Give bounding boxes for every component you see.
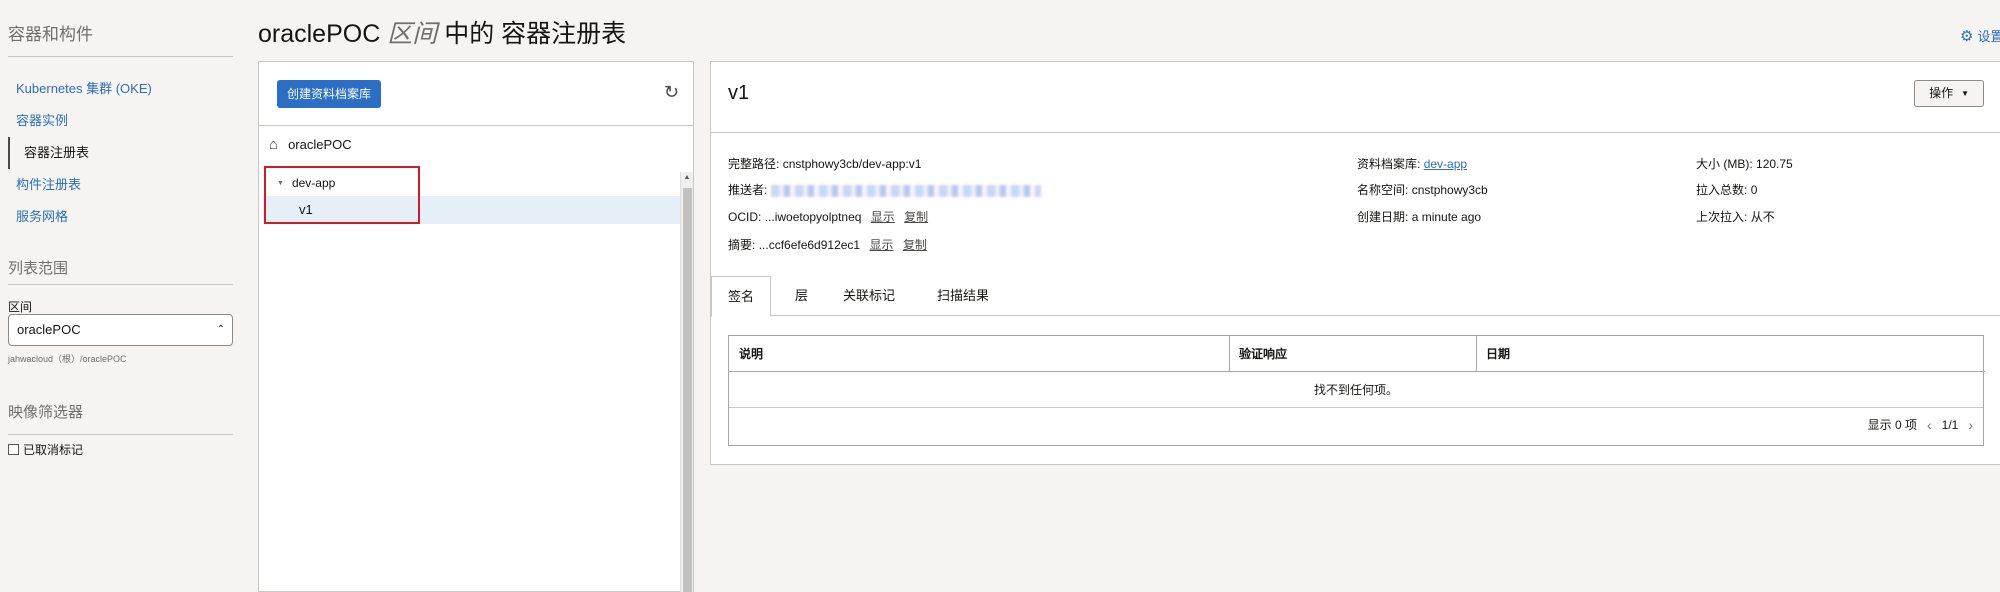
divider — [711, 132, 2000, 133]
tree-root-label: oraclePOC — [288, 137, 352, 152]
created-field: 创建日期: a minute ago — [1357, 208, 1481, 225]
ocid-value: ...iwoetopyolptneq — [764, 210, 862, 224]
namespace-field: 名称空间: cnstphowy3cb — [1357, 181, 1488, 198]
compartment-path-hint: jahwacloud（根）/oraclePOC — [8, 354, 127, 364]
ocid-copy-link[interactable]: 复制 — [904, 210, 928, 224]
pusher-field: 推送者: — [728, 181, 1041, 198]
page-title-compartment-word: 区间 — [387, 20, 438, 48]
column-header-date[interactable]: 日期 — [1476, 336, 1985, 372]
tree-toolbar: 创建资料档案库 ↻ — [259, 62, 693, 126]
repository-label: dev-app — [291, 176, 336, 190]
image-detail-panel: v1 操作 ▼ 完整路径: cnstphowy3cb/dev-app:v1 推送… — [710, 61, 2000, 465]
chevron-left-icon[interactable]: ‹ — [1927, 417, 1932, 433]
actions-label: 操作 — [1929, 86, 1954, 100]
tree-scrollbar[interactable]: ▲ — [680, 172, 693, 592]
sidebar-item-service-mesh[interactable]: 服务网格 — [0, 201, 233, 233]
tab-layers[interactable]: 层 — [795, 276, 808, 316]
column-header-verification[interactable]: 验证响应 — [1229, 336, 1476, 372]
image-title: v1 — [728, 82, 750, 104]
ocid-key: OCID: — [728, 210, 762, 224]
showing-count: 显示 0 项 — [1867, 418, 1917, 432]
pusher-key: 推送者: — [728, 183, 768, 197]
digest-value: ...ccf6efe6d912ec1 — [758, 238, 861, 252]
sidebar-nav: Kubernetes 集群 (OKE) 容器实例 容器注册表 构件注册表 服务网… — [0, 73, 233, 233]
namespace-value: cnstphowy3cb — [1411, 183, 1488, 197]
compartment-label: 区间 — [8, 300, 33, 314]
tree-root[interactable]: ⌂ oraclePOC — [269, 136, 352, 153]
actions-button[interactable]: 操作 ▼ — [1914, 80, 1984, 107]
gear-icon: ⚙ — [1960, 27, 1974, 45]
divider — [8, 434, 233, 435]
namespace-key: 名称空间: — [1357, 183, 1409, 197]
digest-copy-link[interactable]: 复制 — [903, 238, 927, 252]
full-path-key: 完整路径: — [728, 157, 780, 171]
full-path-field: 完整路径: cnstphowy3cb/dev-app:v1 — [728, 155, 921, 172]
repository-key: 资料档案库: — [1357, 157, 1421, 171]
digest-show-link[interactable]: 显示 — [869, 238, 893, 252]
tree-node-image-selected[interactable]: v1 — [263, 196, 680, 224]
size-value: 120.75 — [1756, 157, 1793, 171]
sidebar-item-container-instances[interactable]: 容器实例 — [0, 105, 233, 137]
select-arrows-icon: ⌃ — [216, 324, 225, 335]
page-title: oraclePOC 区间 中的 容器注册表 — [258, 14, 626, 50]
last-pull-field: 上次拉入: 从不 — [1696, 208, 1775, 225]
pulls-value: 0 — [1750, 183, 1758, 197]
list-scope-title: 列表范围 — [8, 260, 69, 277]
page-title-suffix: 中的 容器注册表 — [444, 20, 627, 48]
ocid-field: OCID: ...iwoetopyolptneq 显示 复制 — [728, 208, 928, 225]
image-filter-title: 映像筛选器 — [8, 404, 84, 421]
page-title-compartment-name: oraclePOC — [258, 20, 381, 48]
sidebar-item-artifact-registry[interactable]: 构件注册表 — [0, 169, 233, 201]
ocid-show-link[interactable]: 显示 — [871, 210, 895, 224]
created-key: 创建日期: — [1357, 210, 1409, 224]
size-field: 大小 (MB): 120.75 — [1696, 155, 1793, 172]
refresh-icon[interactable]: ↻ — [664, 82, 679, 103]
tab-associated-tags[interactable]: 关联标记 — [843, 276, 895, 316]
full-path-value: cnstphowy3cb/dev-app:v1 — [782, 157, 922, 171]
pulls-key: 拉入总数: — [1696, 183, 1748, 197]
column-header-description[interactable]: 说明 — [729, 336, 1229, 372]
create-repository-button[interactable]: 创建资料档案库 — [277, 80, 382, 108]
chevron-right-icon[interactable]: › — [1968, 417, 1973, 433]
pagination: 显示 0 项 ‹ 1/1 › — [1868, 416, 1973, 433]
divider — [8, 56, 233, 57]
home-icon: ⌂ — [269, 136, 279, 153]
signatures-table: 说明 验证响应 日期 找不到任何项。 显示 0 项 ‹ 1/1 › — [728, 335, 1985, 446]
digest-key: 摘要: — [728, 238, 756, 252]
divider — [8, 284, 233, 285]
caret-down-icon[interactable]: ▼ — [277, 180, 284, 187]
last-pull-value: 从不 — [1750, 210, 1775, 224]
tab-signatures[interactable]: 签名 — [711, 276, 772, 317]
repository-field: 资料档案库: dev-app — [1357, 155, 1467, 172]
size-key: 大小 (MB): — [1696, 157, 1753, 171]
settings-link[interactable]: ⚙ 设置 — [1960, 26, 2000, 45]
untagged-checkbox[interactable] — [8, 444, 19, 455]
digest-field: 摘要: ...ccf6efe6d912ec1 显示 复制 — [728, 236, 927, 253]
empty-state-message: 找不到任何项。 — [729, 372, 1983, 408]
sidebar-item-container-registry[interactable]: 容器注册表 — [8, 137, 233, 169]
compartment-value: oraclePOC — [17, 322, 81, 337]
sidebar: 容器和构件 Kubernetes 集群 (OKE) 容器实例 容器注册表 构件注… — [0, 0, 240, 592]
compartment-select[interactable]: oraclePOC ⌃ — [8, 314, 233, 346]
caret-down-icon: ▼ — [1961, 89, 1969, 98]
last-pull-key: 上次拉入: — [1696, 210, 1748, 224]
untagged-label: 已取消标记 — [23, 443, 84, 457]
pulls-field: 拉入总数: 0 — [1696, 181, 1757, 198]
tab-scan-results[interactable]: 扫描结果 — [937, 276, 989, 316]
tree-node-repository[interactable]: ▼ dev-app — [277, 176, 335, 190]
repository-link[interactable]: dev-app — [1424, 157, 1467, 171]
scroll-thumb[interactable] — [683, 188, 692, 592]
scroll-up-icon[interactable]: ▲ — [681, 174, 693, 181]
pusher-value-redacted — [770, 184, 1041, 197]
created-value: a minute ago — [1411, 210, 1482, 224]
settings-label: 设置 — [1977, 29, 2000, 44]
sidebar-item-kubernetes[interactable]: Kubernetes 集群 (OKE) — [0, 73, 233, 105]
page-indicator: 1/1 — [1941, 417, 1959, 432]
sidebar-title: 容器和构件 — [8, 25, 93, 44]
untagged-filter[interactable]: 已取消标记 — [8, 441, 83, 458]
repository-tree-panel: 创建资料档案库 ↻ ⌂ oraclePOC ▼ dev-app v1 ▲ — [258, 61, 694, 592]
detail-tabs: 签名 层 关联标记 扫描结果 — [711, 276, 2000, 317]
